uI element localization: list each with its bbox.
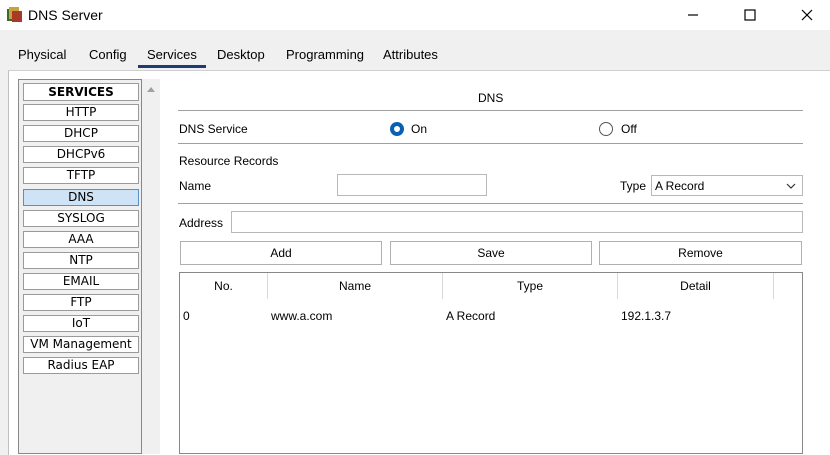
services-list: SERVICES HTTP DHCP DHCPv6 TFTP DNS SYSLO… (18, 79, 142, 454)
service-radius-eap[interactable]: Radius EAP (23, 357, 139, 374)
chevron-down-icon (786, 183, 796, 189)
records-table[interactable]: No. Name Type Detail 0 www.a.com A Recor… (179, 272, 803, 454)
app-icon (7, 7, 22, 22)
column-header-detail: Detail (618, 273, 774, 299)
maximize-button[interactable] (727, 0, 773, 30)
title-bar: DNS Server (0, 0, 830, 30)
services-scrollbar[interactable] (142, 79, 160, 454)
column-header-no: No. (180, 273, 268, 299)
address-input[interactable] (231, 211, 803, 233)
service-http[interactable]: HTTP (23, 104, 139, 121)
service-email[interactable]: EMAIL (23, 273, 139, 290)
tab-desktop[interactable]: Desktop (217, 47, 265, 67)
column-header-type: Type (443, 273, 618, 299)
divider (178, 203, 803, 204)
cell-type: A Record (446, 309, 496, 323)
service-ftp[interactable]: FTP (23, 294, 139, 311)
service-tftp[interactable]: TFTP (23, 167, 139, 184)
window-title: DNS Server (28, 7, 103, 23)
divider (178, 143, 803, 144)
service-dns[interactable]: DNS (23, 189, 139, 206)
service-ntp[interactable]: NTP (23, 252, 139, 269)
service-aaa[interactable]: AAA (23, 231, 139, 248)
add-button[interactable]: Add (180, 241, 382, 265)
tab-config[interactable]: Config (89, 47, 127, 67)
cell-name: www.a.com (271, 309, 333, 323)
dns-off-label: Off (621, 122, 637, 136)
tab-attributes[interactable]: Attributes (383, 47, 438, 67)
tab-programming[interactable]: Programming (286, 47, 364, 67)
tab-physical[interactable]: Physical (18, 47, 66, 67)
minimize-button[interactable] (670, 0, 716, 30)
services-header: SERVICES (23, 83, 139, 101)
service-syslog[interactable]: SYSLOG (23, 210, 139, 227)
tab-services[interactable]: Services (147, 47, 197, 67)
type-select-value: A Record (655, 179, 705, 193)
close-button[interactable] (784, 0, 830, 30)
cell-detail: 192.1.3.7 (621, 309, 672, 323)
name-label: Name (179, 179, 212, 193)
service-dhcpv6[interactable]: DHCPv6 (23, 146, 139, 163)
service-vm-management[interactable]: VM Management (23, 336, 139, 353)
dns-off-radio[interactable] (599, 122, 613, 136)
active-tab-indicator (138, 65, 206, 68)
dns-on-label: On (411, 122, 428, 136)
scroll-up-icon[interactable] (142, 82, 160, 96)
dns-service-label: DNS Service (179, 122, 248, 136)
column-header-name: Name (268, 273, 443, 299)
remove-button[interactable]: Remove (599, 241, 802, 265)
close-icon (801, 9, 813, 21)
save-button[interactable]: Save (390, 241, 592, 265)
cell-no: 0 (183, 309, 190, 323)
service-iot[interactable]: IoT (23, 315, 139, 332)
dns-heading: DNS (478, 91, 504, 105)
name-input[interactable] (337, 174, 487, 196)
maximize-icon (744, 9, 756, 21)
dns-on-radio[interactable] (390, 122, 404, 136)
service-dhcp[interactable]: DHCP (23, 125, 139, 142)
address-label: Address (179, 216, 224, 230)
minimize-icon (688, 14, 698, 16)
type-label: Type (620, 179, 647, 193)
type-select[interactable]: A Record (651, 175, 803, 196)
divider (178, 110, 803, 111)
resource-records-label: Resource Records (179, 154, 279, 168)
